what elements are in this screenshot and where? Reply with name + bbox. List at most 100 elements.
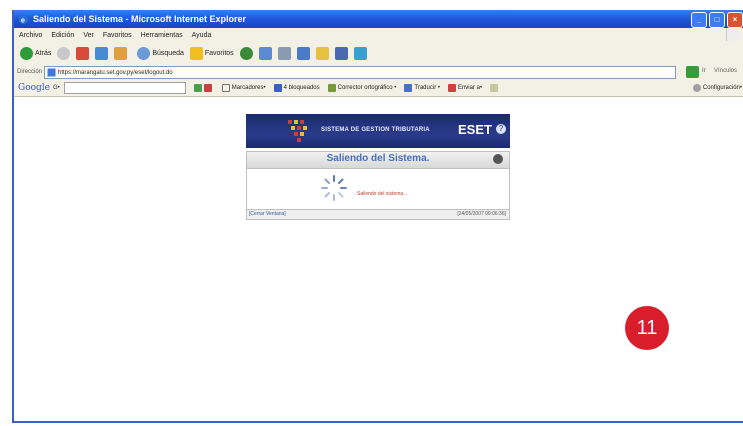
spellcheck-label: Corrector ortográfico • (337, 85, 397, 91)
messenger-icon (353, 46, 367, 60)
send-to-button[interactable]: Enviar a• (447, 84, 483, 92)
close-window-link[interactable]: [Cerrar Ventana] (249, 211, 286, 217)
send-icon (447, 84, 456, 92)
settings-label: Configuración• (702, 85, 742, 91)
history-icon (239, 46, 253, 60)
address-label: Dirección (17, 69, 43, 75)
window-title: Saliendo del Sistema - Microsoft Interne… (33, 14, 247, 24)
refresh-button[interactable] (95, 46, 109, 60)
google-search-prefix[interactable]: G• (53, 85, 60, 91)
search-button[interactable]: Búsqueda (137, 46, 184, 60)
history-button[interactable] (239, 46, 253, 60)
title-bar: e Saliendo del Sistema - Microsoft Inter… (14, 10, 743, 28)
go-button[interactable] (686, 66, 699, 78)
messenger-button[interactable] (353, 46, 367, 60)
logout-footer: [Cerrar Ventana] [24/05/2007 09:06:36] (246, 209, 510, 220)
star-icon (189, 46, 203, 60)
step-number-badge: 11 (625, 306, 669, 350)
blocked-label: 4 bloqueados (283, 85, 320, 91)
menu-favoritos[interactable]: Favoritos (103, 32, 132, 39)
popup-blocker-button[interactable]: 4 bloqueados (273, 84, 320, 92)
google-tools-button[interactable] (193, 84, 214, 92)
eset-panel: SISTEMA DE GESTION TRIBUTARIA ESET ? Sal… (246, 114, 510, 220)
home-icon (114, 46, 128, 60)
bookmarks-button[interactable]: Marcadores• (221, 84, 266, 92)
eset-banner: SISTEMA DE GESTION TRIBUTARIA ESET ? (246, 114, 510, 148)
translate-label: Traducir • (414, 85, 440, 91)
page-title: Saliendo del Sistema. (326, 153, 430, 164)
google-toolbar: Google G• Marcadores• 4 bloqueados Corre… (14, 80, 743, 97)
back-arrow-icon (20, 46, 33, 60)
browser-window: e Saliendo del Sistema - Microsoft Inter… (12, 10, 743, 423)
loading-spinner-icon (321, 175, 347, 201)
eset-emblem-icon (288, 120, 307, 142)
eset-subtitle: SISTEMA DE GESTION TRIBUTARIA (321, 127, 430, 133)
home-button[interactable] (114, 46, 128, 60)
google-search-input[interactable] (63, 82, 186, 94)
address-bar: Dirección https://marangatu.set.gov.py/e… (14, 64, 743, 80)
settings-button[interactable]: Configuración• (692, 84, 742, 92)
links-label[interactable]: Vínculos (714, 68, 737, 74)
news-icon (203, 84, 212, 92)
standard-toolbar: Atrás Búsqueda Favoritos (14, 42, 743, 64)
star-outline-icon (221, 84, 230, 92)
logout-body: Saliendo del sistema... (246, 169, 510, 209)
send-label: Enviar a• (457, 85, 483, 91)
bookmarks-label: Marcadores• (231, 85, 266, 91)
spellcheck-icon (327, 84, 336, 92)
menu-bar: Archivo Edición Ver Favoritos Herramient… (14, 28, 743, 42)
wrench-icon (692, 84, 701, 92)
go-label: Ir (702, 68, 706, 74)
menu-edicion[interactable]: Edición (51, 32, 74, 39)
google-logo: Google (18, 83, 50, 93)
svg-text:e: e (21, 15, 25, 24)
menu-archivo[interactable]: Archivo (19, 32, 42, 39)
help-icon[interactable]: ? (496, 124, 506, 134)
stop-button[interactable] (76, 46, 90, 60)
translate-button[interactable]: Traducir • (404, 84, 440, 92)
research-button[interactable] (334, 46, 348, 60)
folder-button[interactable] (315, 46, 329, 60)
stop-icon (76, 46, 90, 60)
address-url: https://marangatu.set.gov.py/eset/logout… (58, 69, 173, 76)
favorites-label: Favoritos (204, 49, 234, 57)
forward-button[interactable] (57, 46, 71, 60)
popup-blocker-icon (273, 84, 282, 92)
folder-icon (315, 46, 329, 60)
pencil-button[interactable] (490, 84, 500, 92)
status-icon (493, 154, 503, 164)
logout-header: Saliendo del Sistema. (246, 151, 510, 169)
mail-icon (258, 46, 272, 60)
eset-logo: ESET (458, 122, 492, 137)
translate-icon (404, 84, 413, 92)
timestamp: [24/05/2007 09:06:36] (457, 211, 506, 217)
favorites-button[interactable]: Favoritos (189, 46, 234, 60)
windows-logo-icon (726, 29, 741, 41)
minimize-button[interactable]: _ (691, 12, 707, 28)
edit-button[interactable] (296, 46, 310, 60)
pagerank-icon (193, 84, 202, 92)
logout-message: Saliendo del sistema... (357, 191, 408, 197)
menu-ayuda[interactable]: Ayuda (192, 32, 212, 39)
menu-herramientas[interactable]: Herramientas (141, 32, 183, 39)
refresh-icon (95, 46, 109, 60)
menu-ver[interactable]: Ver (83, 32, 94, 39)
search-label: Búsqueda (152, 49, 184, 57)
spellcheck-button[interactable]: Corrector ortográfico • (327, 84, 397, 92)
print-button[interactable] (277, 46, 291, 60)
printer-icon (277, 46, 291, 60)
back-button[interactable]: Atrás (20, 46, 52, 60)
close-button[interactable]: × (727, 12, 743, 28)
page-content: SISTEMA DE GESTION TRIBUTARIA ESET ? Sal… (14, 97, 743, 421)
research-icon (334, 46, 348, 60)
mail-button[interactable] (258, 46, 272, 60)
address-input[interactable]: https://marangatu.set.gov.py/eset/logout… (44, 66, 676, 79)
page-icon (47, 68, 56, 77)
forward-arrow-icon (57, 46, 71, 60)
internet-explorer-icon: e (18, 14, 29, 24)
back-label: Atrás (35, 49, 52, 57)
maximize-button[interactable]: □ (709, 12, 725, 28)
edit-icon (296, 46, 310, 60)
search-icon (137, 46, 151, 60)
pencil-icon (490, 84, 499, 92)
